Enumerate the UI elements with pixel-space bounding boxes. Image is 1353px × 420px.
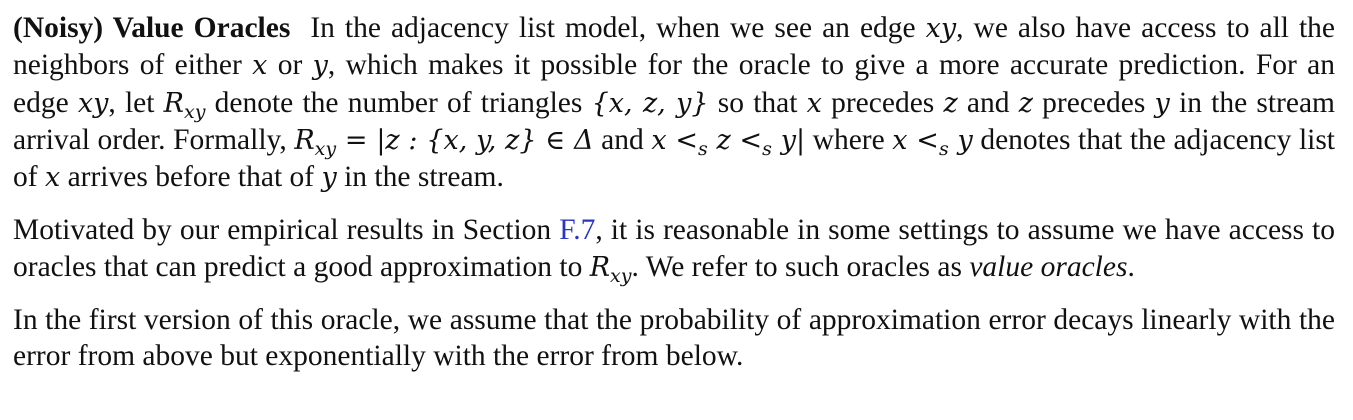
math-R: R [163, 87, 184, 119]
text-run: in the stream. [336, 161, 504, 194]
math-x: x [252, 50, 268, 82]
math-equation-body: = |z : {x, y, z} ∈ Δ [336, 124, 594, 156]
text-run: In the adjacency list model, when we see… [310, 12, 926, 44]
math-stream-order: x <s z <s y| [651, 124, 806, 159]
math-part: x < [651, 124, 698, 156]
math-subscript: s [938, 137, 949, 160]
math-R-subscript: xy [314, 137, 337, 160]
math-R-definition: Rxy = |z : {x, y, z} ∈ Δ [294, 124, 594, 159]
math-y: y [312, 50, 328, 82]
emphasis-value-oracles: value oracles [969, 250, 1128, 283]
math-z: z [1018, 87, 1033, 119]
math-R: R [589, 251, 611, 283]
text-run: precedes [1032, 86, 1155, 119]
math-part: y| [771, 124, 806, 156]
paper-page: (Noisy) Value Oracles In the adjacency li… [13, 10, 1335, 375]
math-edge-xy: xy [77, 87, 109, 119]
math-z: z [943, 87, 958, 119]
math-edge-xy: xy [925, 13, 957, 44]
text-run: or [267, 49, 313, 82]
paragraph-value-oracles: (Noisy) Value Oracles In the adjacency li… [13, 10, 1335, 196]
text-run: so that [708, 86, 807, 119]
math-R-subscript: xy [610, 264, 632, 287]
paragraph-motivation: Motivated by our empirical results in Se… [13, 212, 1335, 286]
math-R-subscript: xy [183, 100, 206, 123]
text-run: . [1127, 250, 1135, 283]
math-x-before-y: x <s y [892, 124, 973, 159]
math-triple-set: {x, z, y} [591, 87, 709, 119]
math-y: y [321, 162, 337, 194]
section-link-f7[interactable]: F.7 [559, 214, 595, 246]
text-run: where [805, 123, 893, 156]
text-run: and [957, 86, 1019, 119]
math-part: z < [707, 124, 763, 156]
text-run: Motivated by our empirical results in Se… [13, 214, 560, 247]
math-x: x [44, 162, 61, 194]
text-run: . We refer to such oracles as [631, 250, 970, 283]
math-part: y [948, 124, 973, 156]
math-R: R [294, 124, 315, 156]
paragraph-heading: (Noisy) Value Oracles [13, 12, 291, 44]
math-x: x [806, 87, 822, 119]
math-R-xy: Rxy [163, 87, 206, 122]
math-subscript: s [697, 137, 708, 160]
text-run: denote the number of triangles [205, 86, 592, 119]
text-run: , let [108, 86, 164, 119]
text-run: arrives before that of [60, 161, 322, 194]
text-run: precedes [821, 86, 944, 119]
math-subscript: s [762, 137, 772, 160]
math-y: y [1154, 87, 1170, 119]
math-R-xy: Rxy [589, 251, 632, 286]
math-part: x < [892, 124, 939, 156]
paragraph-first-version: In the first version of this oracle, we … [13, 304, 1335, 373]
text-run: and [593, 123, 652, 156]
